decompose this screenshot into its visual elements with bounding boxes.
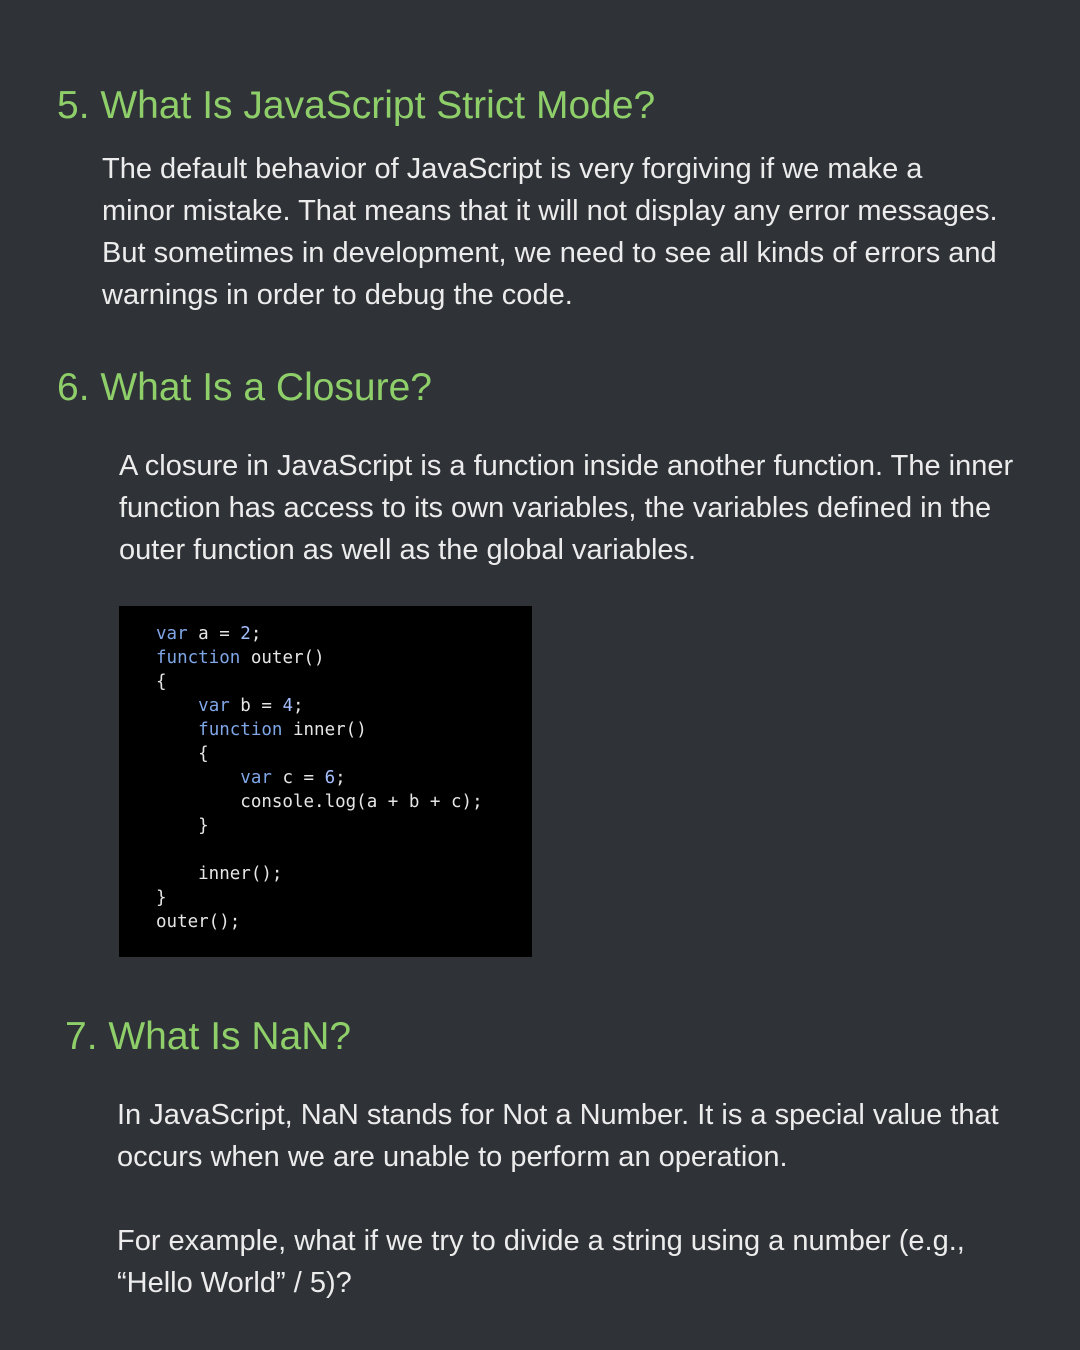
- code-line: var b = 4;: [156, 694, 532, 718]
- code-line: {: [156, 742, 532, 766]
- code-token: outer();: [156, 912, 241, 932]
- section-6-heading: 6. What Is a Closure?: [57, 366, 432, 409]
- code-line: console.log(a + b + c);: [156, 790, 532, 814]
- code-line: function inner(): [156, 718, 532, 742]
- code-line: var a = 2;: [156, 622, 532, 646]
- code-keyword: var: [198, 696, 230, 716]
- code-line: }: [156, 814, 532, 838]
- code-line: outer();: [156, 910, 532, 934]
- code-token: }: [156, 816, 209, 836]
- code-token: b =: [229, 696, 283, 716]
- code-token: ;: [335, 768, 346, 788]
- code-token: console.log(a + b + c);: [156, 792, 483, 812]
- code-token: inner(): [282, 720, 367, 740]
- code-line: function outer(): [156, 646, 532, 670]
- code-token: {: [156, 672, 167, 692]
- code-number: 6: [324, 768, 336, 788]
- code-token: a =: [187, 624, 241, 644]
- code-line: inner();: [156, 862, 532, 886]
- section-5-heading: 5. What Is JavaScript Strict Mode?: [57, 84, 656, 127]
- section-5-paragraph: The default behavior of JavaScript is ve…: [102, 153, 998, 311]
- code-token: ;: [250, 624, 262, 644]
- code-token: }: [156, 888, 167, 908]
- code-token: outer(): [240, 648, 325, 668]
- code-line: }: [156, 886, 532, 910]
- code-number: 4: [282, 696, 293, 716]
- section-7-paragraph-2: For example, what if we try to divide a …: [117, 1225, 965, 1299]
- code-keyword: var: [240, 768, 272, 788]
- code-keyword: function: [198, 720, 283, 740]
- section-7-paragraph-1: In JavaScript, NaN stands for Not a Numb…: [117, 1099, 999, 1173]
- code-token: ;: [293, 696, 304, 716]
- code-keyword: function: [156, 648, 241, 668]
- code-number: 2: [240, 624, 251, 644]
- code-token: {: [156, 744, 209, 764]
- code-line: var c = 6;: [156, 766, 532, 790]
- section-7-heading: 7. What Is NaN?: [65, 1015, 352, 1058]
- section-6-paragraph: A closure in JavaScript is a function in…: [119, 450, 1014, 566]
- code-keyword: var: [156, 624, 188, 644]
- code-snippet: var a = 2; function outer(){ var b = 4; f…: [119, 606, 532, 957]
- code-token: c =: [271, 768, 325, 788]
- code-line: {: [156, 670, 532, 694]
- code-token: inner();: [156, 864, 283, 884]
